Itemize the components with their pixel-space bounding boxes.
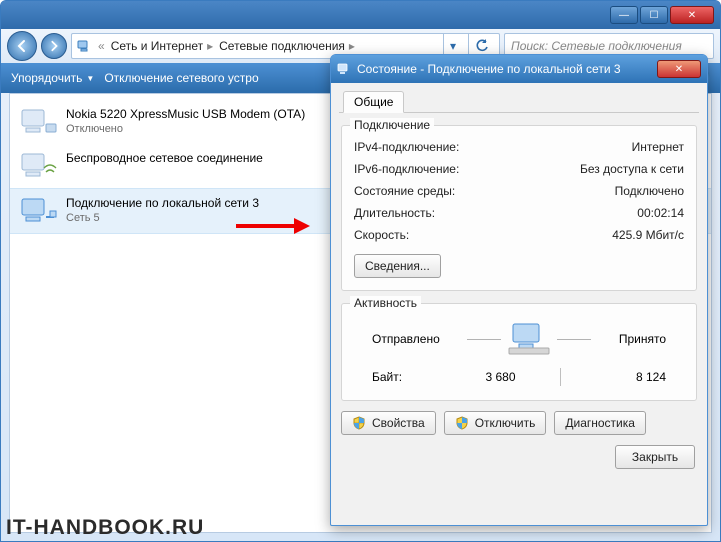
lan-icon — [20, 195, 58, 227]
nav-forward-button[interactable] — [41, 33, 67, 59]
ipv6-label: IPv6-подключение: — [354, 162, 459, 176]
connection-status: Сеть 5 — [66, 211, 259, 226]
diagnose-button[interactable]: Диагностика — [554, 411, 646, 435]
callout-arrow — [236, 218, 310, 234]
search-placeholder: Поиск: Сетевые подключения — [511, 39, 682, 53]
ipv6-value: Без доступа к сети — [580, 162, 684, 176]
window-titlebar: — ☐ ✕ — [1, 1, 720, 29]
connection-name: Nokia 5220 XpressMusic USB Modem (OTA) — [66, 106, 305, 122]
duration-label: Длительность: — [354, 206, 435, 220]
crumb-connections[interactable]: Сетевые подключения — [219, 39, 345, 53]
arrow-left-icon — [15, 39, 29, 53]
group-activity: Активность Отправлено Принято Байт: 3 68… — [341, 303, 697, 401]
close-button[interactable]: Закрыть — [615, 445, 695, 469]
media-state-value: Подключено — [615, 184, 684, 198]
dialog-close-button[interactable]: ✕ — [657, 60, 701, 78]
organize-button[interactable]: Упорядочить ▼ — [11, 71, 94, 85]
dialog-titlebar: Состояние - Подключение по локальной сет… — [331, 55, 707, 83]
properties-button[interactable]: Свойства — [341, 411, 436, 435]
modem-icon — [20, 106, 58, 138]
bytes-recv-value: 8 124 — [583, 370, 667, 384]
network-icon — [76, 38, 92, 54]
connection-name: Подключение по локальной сети 3 — [66, 195, 259, 211]
status-dialog: Состояние - Подключение по локальной сет… — [330, 54, 708, 526]
speed-label: Скорость: — [354, 228, 409, 242]
recv-label: Принято — [619, 332, 666, 346]
tab-strip: Общие — [339, 89, 699, 113]
speed-value: 425.9 Мбит/с — [612, 228, 684, 242]
disable-button[interactable]: Отключить — [444, 411, 547, 435]
media-state-label: Состояние среды: — [354, 184, 455, 198]
crumb-network[interactable]: Сеть и Интернет — [111, 39, 203, 53]
dialog-title: Состояние - Подключение по локальной сет… — [357, 62, 651, 76]
duration-value: 00:02:14 — [637, 206, 684, 220]
tab-general[interactable]: Общие — [343, 91, 404, 113]
connection-status: Отключено — [66, 122, 305, 137]
nav-back-button[interactable] — [7, 31, 37, 61]
window-minimize-button[interactable]: — — [610, 6, 638, 24]
ipv4-label: IPv4-подключение: — [354, 140, 459, 154]
shield-icon — [352, 416, 366, 430]
group-connection-title: Подключение — [350, 118, 434, 132]
shield-icon — [455, 416, 469, 430]
arrow-right-icon — [48, 40, 60, 52]
wifi-icon — [20, 150, 58, 182]
watermark: IT-HANDBOOK.RU — [6, 516, 204, 540]
bytes-label: Байт: — [372, 370, 432, 384]
activity-monitor-icon — [507, 322, 551, 356]
details-button[interactable]: Сведения... — [354, 254, 441, 278]
disable-device-button[interactable]: Отключение сетевого устро — [104, 71, 258, 85]
connection-name: Беспроводное сетевое соединение — [66, 150, 263, 166]
sent-label: Отправлено — [372, 332, 440, 346]
ipv4-value: Интернет — [632, 140, 684, 154]
group-connection: Подключение IPv4-подключение:Интернет IP… — [341, 125, 697, 291]
window-close-button[interactable]: ✕ — [670, 6, 714, 24]
network-icon — [337, 62, 351, 76]
window-maximize-button[interactable]: ☐ — [640, 6, 668, 24]
group-activity-title: Активность — [350, 296, 421, 310]
refresh-icon — [475, 39, 489, 53]
bytes-sent-value: 3 680 — [432, 370, 538, 384]
